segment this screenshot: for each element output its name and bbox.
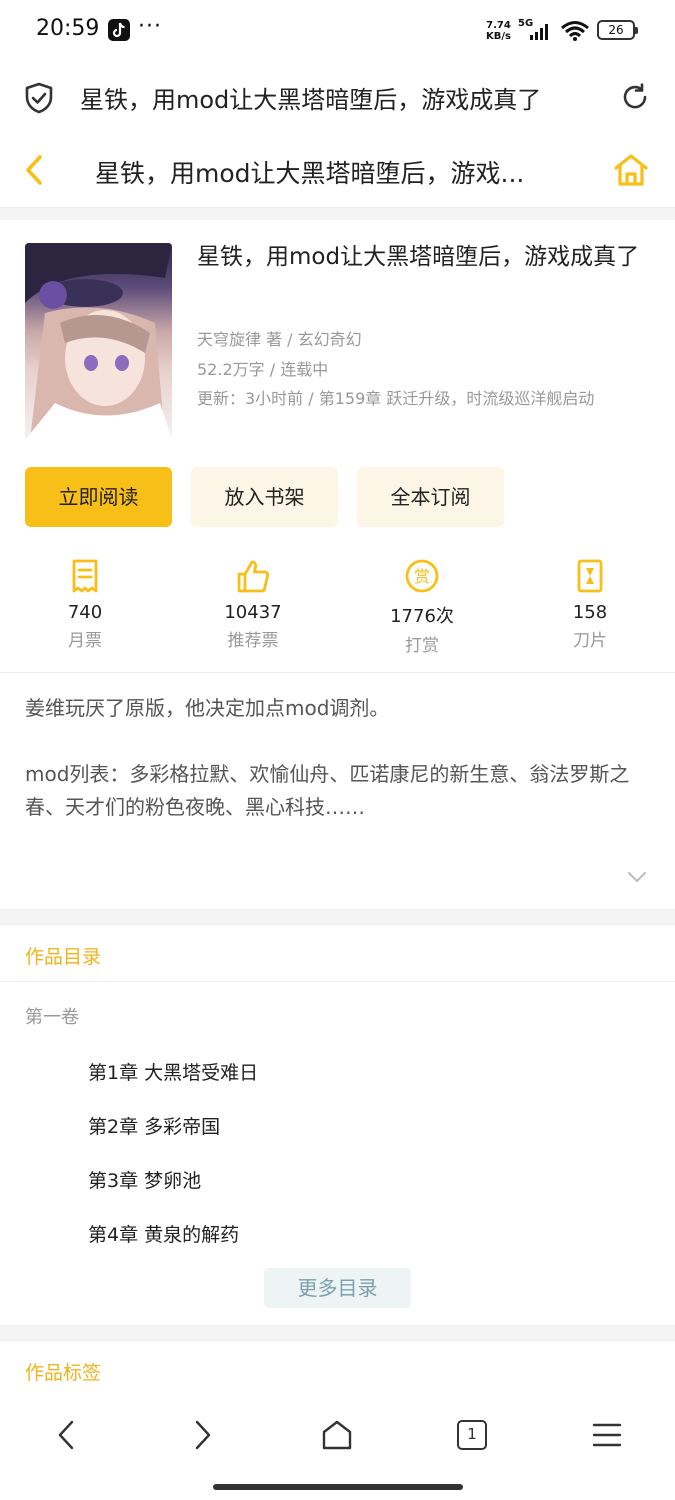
monthly-ticket-icon — [72, 559, 98, 593]
read-now-button[interactable]: 立即阅读 — [25, 467, 172, 527]
chapter-link[interactable]: 第1章 大黑塔受难日 — [88, 1058, 258, 1085]
notification-more-icon: ··· — [138, 14, 162, 39]
home-indicator[interactable] — [213, 1484, 463, 1490]
tiktok-icon — [108, 19, 130, 41]
book-word-count-status: 52.2万字 / 连载中 — [197, 360, 329, 379]
section-gap — [0, 208, 675, 220]
tab-count: 1 — [457, 1420, 487, 1450]
home-icon[interactable] — [612, 152, 650, 188]
stat-reward[interactable]: 赏 1776次 打赏 — [362, 558, 482, 656]
stat-value: 740 — [67, 602, 103, 623]
back-icon[interactable] — [50, 1418, 84, 1452]
chapter-link[interactable]: 第4章 黄泉的解药 — [88, 1220, 239, 1247]
tabs-icon[interactable]: 1 — [455, 1418, 489, 1452]
book-intro: 姜维玩厌了原版，他决定加点mod调剂。 mod列表：多彩格拉默、欢愉仙舟、匹诺康… — [25, 692, 653, 824]
divider — [0, 672, 675, 673]
page-title: 星铁，用mod让大黑塔暗堕后，游戏... — [95, 159, 525, 188]
wifi-icon — [561, 21, 589, 41]
volume-title: 第一卷 — [25, 1007, 79, 1028]
book-latest-update[interactable]: 更新：3小时前 / 第159章 跃迁升级，时流级巡洋舰启动 — [197, 385, 594, 409]
url-text[interactable]: 星铁，用mod让大黑塔暗堕后，游戏成真了 — [80, 80, 600, 115]
stat-value: 10437 — [224, 602, 282, 623]
status-time: 20:59 — [36, 16, 100, 41]
menu-icon[interactable] — [590, 1418, 624, 1452]
network-speed-value: 7.74 — [486, 20, 511, 31]
reload-icon[interactable] — [620, 82, 650, 112]
forward-icon[interactable] — [185, 1418, 219, 1452]
stat-label: 打赏 — [405, 636, 439, 656]
battery-indicator: 26 — [597, 20, 638, 40]
chapter-link[interactable]: 第3章 梦卵池 — [88, 1166, 201, 1193]
blade-icon — [577, 559, 603, 593]
expand-chevron-icon[interactable] — [627, 870, 647, 884]
intro-paragraph: mod列表：多彩格拉默、欢愉仙舟、匹诺康尼的新生意、翁法罗斯之春、天才们的粉色夜… — [25, 762, 630, 819]
stat-monthly-ticket[interactable]: 740 月票 — [25, 558, 145, 651]
stat-recommend-ticket[interactable]: 10437 推荐票 — [193, 558, 313, 651]
network-speed-unit: KB/s — [486, 31, 511, 42]
status-bar: 20:59 ··· 7.74 KB/s 5G 26 — [0, 0, 675, 62]
svg-text:赏: 赏 — [414, 567, 430, 586]
stat-label: 刀片 — [573, 631, 607, 651]
chapter-link[interactable]: 第2章 多彩帝国 — [88, 1112, 220, 1139]
section-gap — [0, 1325, 675, 1341]
divider — [0, 981, 675, 982]
intro-paragraph: 姜维玩厌了原版，他决定加点mod调剂。 — [25, 696, 390, 720]
home-icon[interactable] — [320, 1418, 354, 1452]
stat-value: 158 — [572, 602, 608, 623]
reward-coin-icon: 赏 — [405, 559, 439, 593]
section-gap — [0, 909, 675, 925]
stat-value: 1776次 — [390, 606, 454, 627]
stat-blade[interactable]: 158 刀片 — [530, 558, 650, 651]
book-title: 星铁，用mod让大黑塔暗堕后，游戏成真了 — [197, 244, 640, 270]
book-author-genre[interactable]: 天穹旋律 著 / 玄幻奇幻 — [197, 326, 362, 350]
book-cover-image[interactable] — [25, 243, 172, 440]
more-catalog-button[interactable]: 更多目录 — [264, 1268, 411, 1308]
add-to-shelf-button[interactable]: 放入书架 — [191, 467, 338, 527]
stat-label: 月票 — [68, 631, 102, 651]
back-chevron-icon[interactable] — [22, 152, 48, 188]
catalog-title: 作品目录 — [25, 946, 102, 968]
url-fade — [560, 78, 600, 114]
shield-check-icon[interactable] — [24, 82, 54, 114]
network-speed: 7.74 KB/s — [486, 20, 511, 42]
subscribe-all-button[interactable]: 全本订阅 — [357, 467, 504, 527]
thumbs-up-icon — [237, 560, 270, 593]
tags-title: 作品标签 — [25, 1362, 102, 1384]
signal-icon — [530, 24, 548, 40]
stat-label: 推荐票 — [227, 631, 279, 651]
